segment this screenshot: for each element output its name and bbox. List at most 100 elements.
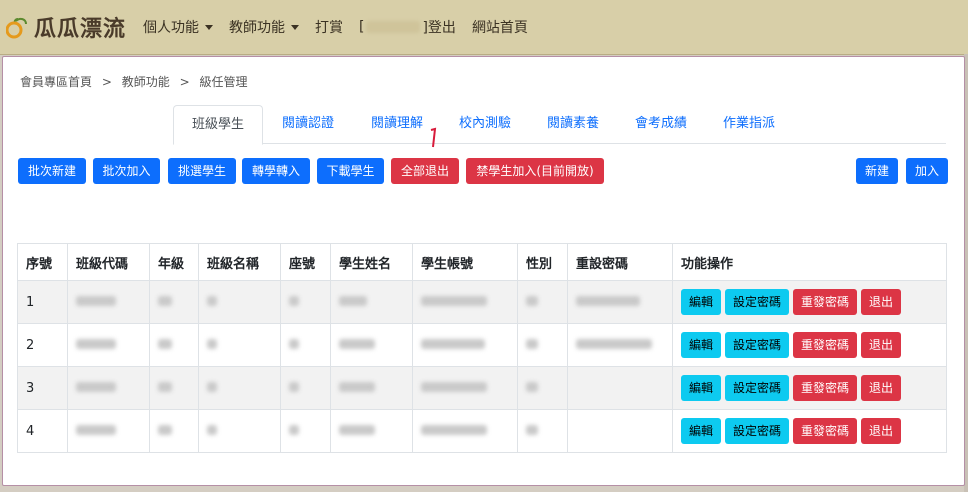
resend-password-button[interactable]: 重發密碼 [793,375,858,401]
tab-reading-comprehension[interactable]: 閱讀理解 [353,105,441,142]
user-bracket-open: [ [359,19,365,35]
cell-no: 1 [17,280,68,324]
header-no: 序號 [17,243,68,281]
edit-button[interactable]: 編輯 [681,418,722,444]
cell-redacted [149,409,199,453]
brand-logo[interactable]: 瓜瓜漂流 [5,10,127,44]
resend-password-button[interactable]: 重發密碼 [793,332,858,358]
create-button[interactable]: 新建 [856,158,898,184]
set-password-button[interactable]: 設定密碼 [725,418,790,444]
edit-button[interactable]: 編輯 [681,375,722,401]
breadcrumb-separator: > [179,75,190,89]
resend-password-button[interactable]: 重發密碼 [793,418,858,444]
nav-personal-dropdown[interactable]: 個人功能 [143,17,213,37]
cell-redacted [280,366,331,410]
batch-add-button[interactable]: 批次加入 [93,158,160,184]
caret-down-icon [291,24,299,30]
set-password-button[interactable]: 設定密碼 [725,289,790,315]
cell-redacted [198,323,281,367]
cell-no: 3 [17,366,68,410]
cell-redacted [280,280,331,324]
header-seat: 座號 [280,243,331,281]
nav-logout-link[interactable]: [ ]登出 [359,17,456,37]
cell-redacted [412,323,518,367]
table-header-row: 序號 班級代碼 年級 班級名稱 座號 學生姓名 學生帳號 性別 重設密碼 功能操… [17,243,947,281]
cell-redacted [330,280,413,324]
cell-redacted [412,409,518,453]
cell-redacted [517,409,568,453]
cell-redacted [67,409,150,453]
cell-redacted [330,409,413,453]
exit-button[interactable]: 退出 [861,289,902,315]
cell-redacted [412,366,518,410]
header-operations: 功能操作 [672,243,947,281]
tab-assignments[interactable]: 作業指派 [705,105,793,142]
header-class-name: 班級名稱 [198,243,281,281]
exit-button[interactable]: 退出 [861,332,902,358]
batch-create-button[interactable]: 批次新建 [18,158,86,184]
cell-redacted [67,366,150,410]
cell-no: 4 [17,409,68,453]
cell-redacted [280,323,331,367]
breadcrumb-current: 級任管理 [199,75,248,89]
red-mark-annotation [430,127,437,148]
download-students-button[interactable]: 下載學生 [317,158,384,184]
cell-redacted [517,280,568,324]
nav-teacher-label: 教師功能 [229,20,285,36]
exit-all-button[interactable]: 全部退出 [391,158,459,184]
nav-teacher-dropdown[interactable]: 教師功能 [229,17,299,37]
exit-button[interactable]: 退出 [861,418,902,444]
tab-class-students[interactable]: 班級學生 [173,105,263,145]
set-password-button[interactable]: 設定密碼 [725,332,790,358]
caret-down-icon [205,24,213,30]
exit-button[interactable]: 退出 [861,375,902,401]
header-student-name: 學生姓名 [330,243,413,281]
add-button[interactable]: 加入 [906,158,948,184]
table-row: 4 編輯 設定密碼 重發密碼 退出 [17,409,947,453]
pick-students-button[interactable]: 挑選學生 [168,158,236,184]
transfer-in-button[interactable]: 轉學轉入 [242,158,310,184]
set-password-button[interactable]: 設定密碼 [725,375,790,401]
cell-redacted [198,409,281,453]
nav-home-link[interactable]: 網站首頁 [472,17,528,37]
tab-reading-literacy[interactable]: 閱讀素養 [529,105,617,142]
cell-ops: 編輯 設定密碼 重發密碼 退出 [672,323,947,367]
top-navbar: 瓜瓜漂流 個人功能 教師功能 打賞 [ ]登出 網站首頁 [0,0,968,55]
melon-logo-icon [5,15,30,39]
username-redacted [366,21,421,33]
cell-redacted [198,280,281,324]
breadcrumb: 會員專區首頁 > 教師功能 > 級任管理 [20,73,253,90]
header-account: 學生帳號 [412,243,518,281]
breadcrumb-home[interactable]: 會員專區首頁 [20,75,92,89]
cell-redacted [517,366,568,410]
resend-password-button[interactable]: 重發密碼 [793,289,858,315]
ban-join-button[interactable]: 禁學生加入(目前開放) [466,158,604,184]
cell-ops: 編輯 設定密碼 重發密碼 退出 [672,280,947,324]
cell-redacted [330,366,413,410]
tab-bar: 班級學生 閱讀認證 閱讀理解 校內測驗 閱讀素養 會考成績 作業指派 [173,105,946,145]
tab-exam-scores[interactable]: 會考成績 [617,105,705,142]
cell-no: 2 [17,323,68,367]
breadcrumb-teacher[interactable]: 教師功能 [122,75,170,89]
edit-button[interactable]: 編輯 [681,289,722,315]
cell-redacted [149,323,199,367]
cell-empty [567,366,673,410]
brand-name: 瓜瓜漂流 [34,17,127,42]
header-reset-password: 重設密碼 [567,243,673,281]
cell-redacted [67,323,150,367]
cell-redacted [198,366,281,410]
edit-button[interactable]: 編輯 [681,332,722,358]
cell-redacted [517,323,568,367]
nav-personal-label: 個人功能 [143,20,199,36]
header-class-code: 班級代碼 [67,243,150,281]
cell-empty [567,409,673,453]
header-gender: 性別 [517,243,568,281]
tab-school-test[interactable]: 校內測驗 [441,105,529,142]
table-row: 2 編輯 設定密碼 重發密碼 退出 [17,323,947,367]
cell-ops: 編輯 設定密碼 重發密碼 退出 [672,409,947,453]
tab-reading-cert[interactable]: 閱讀認證 [265,105,351,142]
header-grade: 年級 [149,243,199,281]
cell-redacted [330,323,413,367]
nav-reward-link[interactable]: 打賞 [315,17,343,37]
cell-redacted [567,280,673,324]
